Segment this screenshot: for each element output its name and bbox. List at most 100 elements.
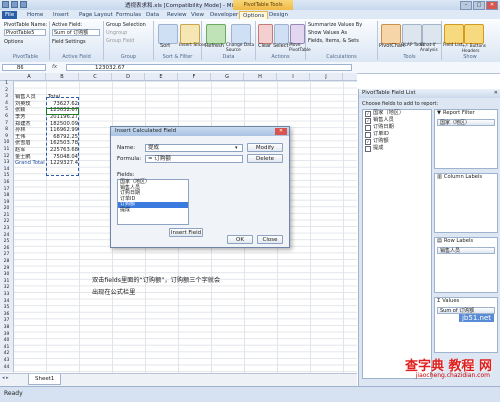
row-header[interactable]: 8: [0, 127, 13, 134]
ok-button[interactable]: OK: [227, 235, 253, 244]
row-header[interactable]: 11: [0, 147, 13, 154]
column-header[interactable]: C: [79, 73, 112, 80]
maximize-icon[interactable]: □: [473, 1, 485, 10]
salesperson-cell[interactable]: 孙林: [13, 127, 46, 134]
tab-file[interactable]: File: [2, 11, 18, 19]
field-settings-button[interactable]: Field Settings: [52, 39, 86, 45]
minimize-icon[interactable]: –: [460, 1, 472, 10]
row-header[interactable]: 40: [0, 338, 13, 345]
salesperson-cell[interactable]: 郑建杰: [13, 121, 46, 128]
field-item[interactable]: ✓ 国家（地区）: [363, 110, 431, 117]
row-header[interactable]: 1: [0, 81, 13, 88]
salesperson-cell[interactable]: 张颖: [13, 107, 46, 114]
row-header[interactable]: 3: [0, 94, 13, 101]
data-source-icon[interactable]: [231, 24, 251, 44]
select-icon[interactable]: [274, 24, 289, 44]
close-icon[interactable]: ✕: [494, 90, 498, 96]
salesperson-cell[interactable]: 赵军: [13, 147, 46, 154]
column-header[interactable]: J: [310, 73, 343, 80]
field-list-button[interactable]: Field List: [443, 43, 463, 48]
pivottable-name-input[interactable]: PivotTable5: [4, 29, 46, 36]
values-item[interactable]: Sum of 订购额: [437, 307, 495, 314]
checkbox-icon[interactable]: ✓: [365, 117, 371, 124]
formula-input[interactable]: 123032.67: [66, 64, 352, 71]
select-button[interactable]: Select: [273, 43, 288, 49]
report-filter-zone[interactable]: ▼ Report Filter 国家（地区）: [434, 109, 498, 169]
column-labels-zone[interactable]: ▥ Column Labels: [434, 173, 498, 233]
tab-data[interactable]: Data: [143, 11, 162, 19]
field-list-icon[interactable]: [444, 24, 464, 44]
change-data-source-button[interactable]: Change Data Source: [226, 43, 256, 53]
column-header[interactable]: I: [277, 73, 310, 80]
checkbox-icon[interactable]: ✓: [365, 138, 371, 145]
row-header[interactable]: 5: [0, 107, 13, 114]
what-if-icon[interactable]: [422, 24, 442, 44]
close-button[interactable]: Close: [257, 235, 283, 244]
salesperson-cell[interactable]: 刘英玫: [13, 101, 46, 108]
sheet-nav-icon[interactable]: ◂ ▸: [2, 375, 9, 381]
checkbox-icon[interactable]: [365, 131, 371, 138]
tab-page-layout[interactable]: Page Layout: [76, 11, 116, 19]
tab-insert[interactable]: Insert: [50, 11, 72, 19]
redo-icon[interactable]: [20, 1, 27, 8]
row-header[interactable]: 28: [0, 259, 13, 266]
field-item[interactable]: 订购日期: [363, 124, 431, 131]
fx-icon[interactable]: fx: [52, 64, 57, 70]
olap-icon[interactable]: [402, 24, 422, 44]
clear-icon[interactable]: [258, 24, 273, 44]
fields-items-sets-button[interactable]: Fields, Items, & Sets: [308, 38, 359, 44]
clear-button[interactable]: Clear: [258, 43, 271, 49]
row-header[interactable]: 20: [0, 206, 13, 213]
row-header[interactable]: 32: [0, 285, 13, 292]
move-pivottable-button[interactable]: Move PivotTable: [289, 43, 311, 53]
row-header[interactable]: 42: [0, 351, 13, 358]
close-icon[interactable]: ✕: [275, 128, 287, 135]
row-header[interactable]: 16: [0, 180, 13, 187]
options-button[interactable]: Options: [4, 39, 23, 45]
list-item[interactable]: 提成: [118, 207, 188, 214]
name-box[interactable]: B6: [2, 64, 46, 71]
column-header[interactable]: G: [211, 73, 244, 80]
buttons-icon[interactable]: [464, 24, 484, 44]
column-header[interactable]: B: [46, 73, 79, 80]
tab-review[interactable]: Review: [164, 11, 190, 19]
pivotchart-icon[interactable]: [381, 24, 401, 44]
row-header[interactable]: 6: [0, 114, 13, 121]
group-field-button[interactable]: Group Field: [106, 38, 134, 44]
ungroup-button[interactable]: Ungroup: [106, 30, 127, 36]
tab-home[interactable]: Home: [24, 11, 46, 19]
tab-design[interactable]: Design: [266, 11, 291, 19]
column-header[interactable]: H: [244, 73, 277, 80]
row-header[interactable]: 25: [0, 239, 13, 246]
checkbox-icon[interactable]: ✓: [365, 110, 371, 117]
checkbox-icon[interactable]: [365, 124, 371, 131]
what-if-analysis-button[interactable]: What-If Analysis: [420, 43, 442, 53]
column-header[interactable]: E: [145, 73, 178, 80]
save-icon[interactable]: [2, 1, 9, 8]
field-item[interactable]: ✓ 订购额: [363, 138, 431, 145]
field-item[interactable]: ✓ 销售人员: [363, 117, 431, 124]
row-header[interactable]: 18: [0, 193, 13, 200]
row-header[interactable]: 37: [0, 318, 13, 325]
modify-button[interactable]: Modify: [247, 143, 283, 152]
grand-total-label[interactable]: Grand Total: [13, 160, 46, 167]
row-header[interactable]: 43: [0, 358, 13, 365]
row-header[interactable]: 23: [0, 226, 13, 233]
field-item[interactable]: 订单ID: [363, 131, 431, 138]
undo-icon[interactable]: [11, 1, 18, 8]
salesperson-cell[interactable]: 金士鹏: [13, 154, 46, 161]
refresh-icon[interactable]: [206, 24, 226, 44]
values-zone[interactable]: Σ Values Sum of 订购额: [434, 297, 498, 353]
row-header[interactable]: 44: [0, 365, 13, 372]
row-header[interactable]: 35: [0, 305, 13, 312]
row-labels-zone[interactable]: ▤ Row Labels 销售人员: [434, 237, 498, 293]
active-field-input[interactable]: Sum of 订购额: [52, 29, 100, 36]
fields-list[interactable]: 国家（地区） 销售人员 订购日期 订单ID 订购额 提成: [117, 179, 189, 225]
tab-view[interactable]: View: [188, 11, 207, 19]
sort-icon[interactable]: [158, 24, 178, 44]
name-input[interactable]: 提成: [145, 144, 243, 152]
salesperson-cell[interactable]: 王伟: [13, 134, 46, 141]
delete-button[interactable]: Delete: [247, 154, 283, 163]
row-labels-header[interactable]: 销售人员: [13, 94, 46, 101]
close-icon[interactable]: ✕: [486, 1, 498, 10]
